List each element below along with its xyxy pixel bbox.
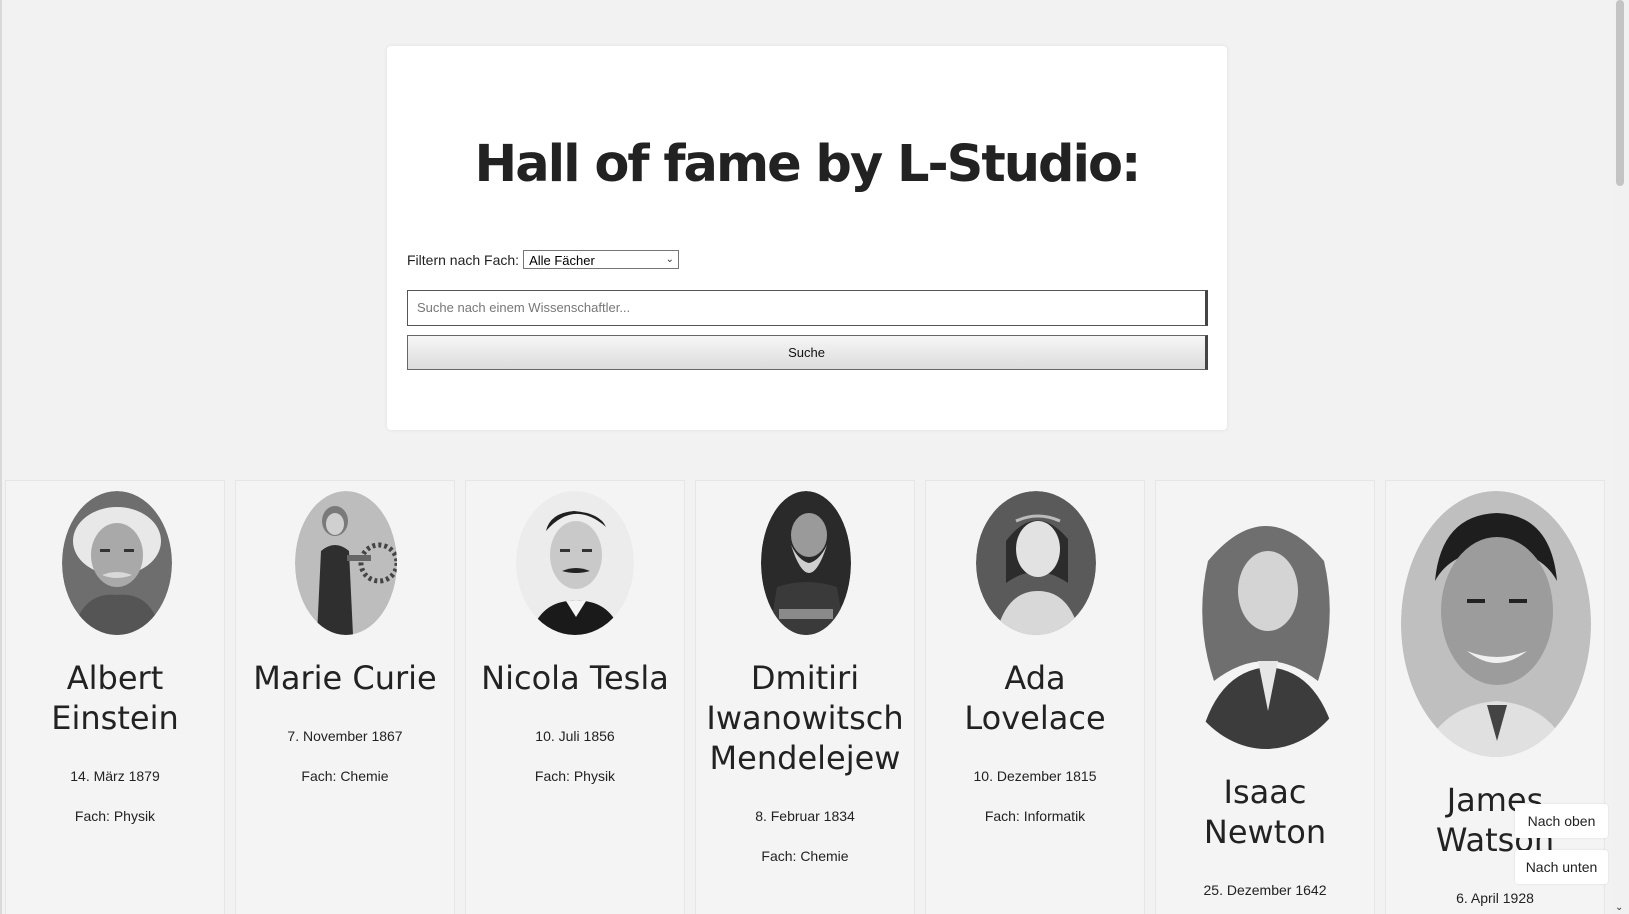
subject-label: Fach: Chemie	[301, 768, 389, 784]
portrait-image	[295, 491, 397, 635]
portrait-image	[761, 491, 851, 635]
scientist-card[interactable]: Ada Lovelace 10. Dezember 1815 Fach: Inf…	[925, 480, 1145, 914]
page-title: Hall of fame by L-Studio:	[474, 135, 1142, 194]
scientist-card[interactable]: James Watson 6. April 1928	[1385, 480, 1605, 914]
birth-date: 10. Juli 1856	[535, 728, 615, 744]
birth-date: 14. März 1879	[70, 768, 160, 784]
birth-date: 10. Dezember 1815	[973, 768, 1097, 784]
filter-row: Filtern nach Fach: Alle Fächer ⌄	[407, 250, 680, 269]
portrait-image	[1168, 491, 1364, 749]
scientist-name: Marie Curie	[253, 659, 437, 697]
filter-label: Filtern nach Fach:	[407, 251, 520, 268]
birth-date: 25. Dezember 1642	[1203, 882, 1327, 898]
portrait-image	[62, 491, 172, 635]
portrait-image	[1401, 491, 1591, 757]
scientist-name: Albert Einstein	[51, 659, 179, 737]
page: Hall of fame by L-Studio: Filtern nach F…	[0, 0, 1629, 914]
filter-selected-value: Alle Fächer	[529, 253, 595, 268]
scientist-name: Isaac Newton	[1203, 773, 1327, 851]
scrollbar-thumb[interactable]	[1616, 0, 1624, 186]
header-card: Hall of fame by L-Studio: Filtern nach F…	[387, 46, 1227, 430]
subject-label: Fach: Physik	[74, 808, 156, 824]
subject-label: Fach: Informatik	[984, 808, 1086, 824]
portrait-image	[976, 491, 1096, 635]
subject-label: Fach: Chemie	[761, 848, 849, 864]
scroll-to-top-button[interactable]: Nach oben	[1515, 804, 1608, 838]
scientist-card[interactable]: Albert Einstein 14. März 1879 Fach: Phys…	[5, 480, 225, 914]
search-button[interactable]: Suche	[407, 335, 1208, 370]
scientist-card[interactable]: Nicola Tesla 10. Juli 1856 Fach: Physik	[465, 480, 685, 914]
subject-label: Fach: Physik	[534, 768, 616, 784]
scientist-name: Ada Lovelace	[964, 659, 1106, 737]
scientist-card[interactable]: Dmitiri Iwanowitsch Mendelejew 8. Februa…	[695, 480, 915, 914]
search-input[interactable]: Suche nach einem Wissenschaftler...	[407, 290, 1208, 326]
scientist-card[interactable]: Marie Curie 7. November 1867 Fach: Chemi…	[235, 480, 455, 914]
birth-date: 7. November 1867	[287, 728, 403, 744]
portrait-image	[516, 491, 634, 635]
page-scrollbar[interactable]: ⌄	[1612, 0, 1629, 914]
scientist-cards: Albert Einstein 14. März 1879 Fach: Phys…	[5, 480, 1610, 914]
scroll-to-bottom-button[interactable]: Nach unten	[1515, 850, 1608, 884]
birth-date: 6. April 1928	[1456, 890, 1534, 906]
subject-filter-select[interactable]: Alle Fächer ⌄	[523, 250, 680, 269]
scientist-name: Nicola Tesla	[481, 659, 669, 697]
scientist-card[interactable]: Isaac Newton 25. Dezember 1642	[1155, 480, 1375, 914]
chevron-down-icon: ⌄	[665, 254, 675, 265]
birth-date: 8. Februar 1834	[755, 808, 855, 824]
window-edge	[0, 0, 2, 914]
scientist-name: Dmitiri Iwanowitsch Mendelejew	[706, 659, 904, 777]
scroll-down-arrow-icon[interactable]: ⌄	[1615, 902, 1623, 913]
